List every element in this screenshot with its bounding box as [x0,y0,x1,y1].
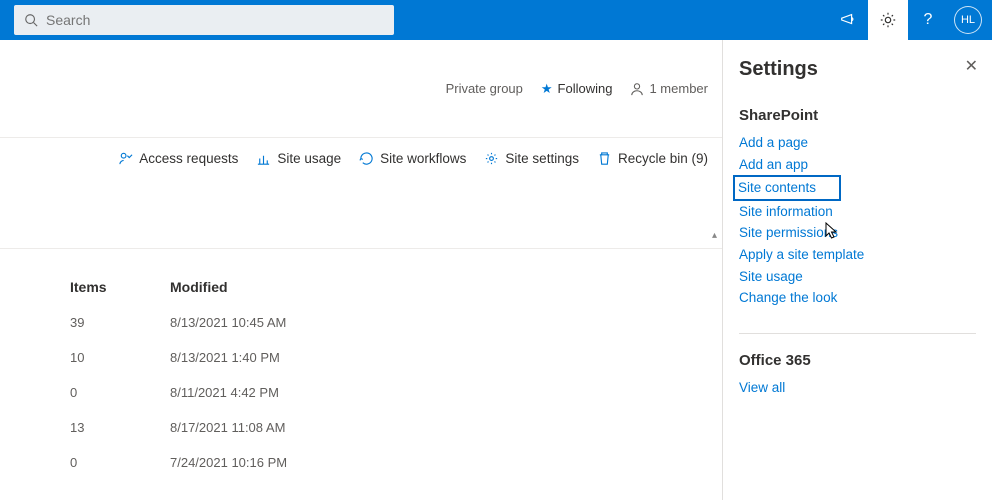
cell-modified: 8/17/2021 11:08 AM [170,420,708,435]
table-row[interactable]: 07/24/2021 10:16 PM [70,445,708,480]
link-site-permissions[interactable]: Site permissions [739,222,976,244]
command-bar: Access requests Site usage Site workflow… [0,138,722,178]
table-row[interactable]: 398/13/2021 10:45 AM [70,305,708,340]
table-header: Items Modified [70,269,708,305]
link-site-information[interactable]: Site information [739,201,976,223]
group-privacy: Private group [446,81,523,96]
content-table: Items Modified 398/13/2021 10:45 AM108/1… [0,269,722,480]
cmd-settings-label: Site settings [505,151,579,166]
cell-modified: 7/24/2021 10:16 PM [170,455,708,470]
cmd-recycle-label: Recycle bin (9) [618,151,708,166]
cmd-access-requests[interactable]: Access requests [118,151,238,166]
link-add-page[interactable]: Add a page [739,132,976,154]
search-input[interactable] [46,12,384,28]
cell-items: 0 [70,455,170,470]
search-icon [24,13,38,27]
link-apply-template[interactable]: Apply a site template [739,244,976,266]
cell-items: 39 [70,315,170,330]
members-link[interactable]: 1 member [630,81,708,96]
top-bar: ? HL [0,0,992,40]
close-button[interactable]: ✕ [965,56,978,76]
star-icon: ★ [541,81,553,97]
following-label: Following [558,81,613,96]
table-row[interactable]: 138/17/2021 11:08 AM [70,410,708,445]
cell-items: 13 [70,420,170,435]
cmd-recycle-bin[interactable]: Recycle bin (9) [597,151,708,166]
megaphone-button[interactable] [828,0,868,40]
recycle-icon [597,151,612,166]
col-modified-header[interactable]: Modified [170,279,708,295]
cell-modified: 8/13/2021 1:40 PM [170,350,708,365]
panel-divider [739,333,976,334]
link-site-usage[interactable]: Site usage [739,266,976,288]
access-icon [118,151,133,166]
cmd-usage-label: Site usage [277,151,341,166]
close-icon: ✕ [965,58,978,75]
cell-items: 10 [70,350,170,365]
link-change-look[interactable]: Change the look [739,287,976,309]
gear-icon [879,11,897,29]
main-area: Private group ★ Following 1 member Acces… [0,40,722,500]
avatar-initials: HL [961,14,975,26]
panel-title: Settings [739,58,976,81]
cmd-site-usage[interactable]: Site usage [256,151,341,166]
members-label: 1 member [649,81,708,96]
sharepoint-heading: SharePoint [739,107,976,124]
sharepoint-links: Add a page Add an app Site contents Site… [739,132,976,309]
person-icon [630,82,644,96]
cell-modified: 8/13/2021 10:45 AM [170,315,708,330]
link-site-contents[interactable]: Site contents [733,175,841,201]
divider [0,248,722,249]
cell-modified: 8/11/2021 4:42 PM [170,385,708,400]
cmd-site-settings[interactable]: Site settings [484,151,579,166]
following-toggle[interactable]: ★ Following [541,81,613,97]
avatar[interactable]: HL [954,6,982,34]
link-add-app[interactable]: Add an app [739,154,976,176]
cmd-access-label: Access requests [139,151,238,166]
megaphone-icon [839,11,857,29]
cmd-site-workflows[interactable]: Site workflows [359,151,466,166]
table-row[interactable]: 08/11/2021 4:42 PM [70,375,708,410]
site-meta-bar: Private group ★ Following 1 member [0,40,722,138]
cmd-workflows-label: Site workflows [380,151,466,166]
workflow-icon [359,151,374,166]
help-button[interactable]: ? [908,0,948,40]
col-items-header[interactable]: Items [70,279,170,295]
cell-items: 0 [70,385,170,400]
search-box[interactable] [14,5,394,35]
settings-icon [484,151,499,166]
office365-heading: Office 365 [739,352,976,369]
link-view-all[interactable]: View all [739,377,976,399]
settings-button[interactable] [868,0,908,40]
settings-panel: ✕ Settings SharePoint Add a page Add an … [722,40,992,500]
office365-links: View all [739,377,976,399]
help-icon: ? [924,11,933,29]
table-row[interactable]: 108/13/2021 1:40 PM [70,340,708,375]
usage-icon [256,151,271,166]
scroll-up-arrow[interactable]: ▴ [712,230,717,241]
